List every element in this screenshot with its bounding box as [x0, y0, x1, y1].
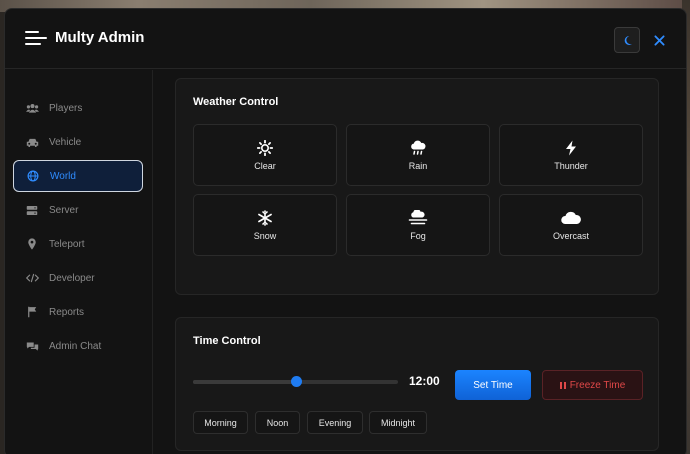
close-button[interactable]	[646, 27, 672, 53]
weather-overcast-button[interactable]: Overcast	[499, 194, 643, 256]
cloud-rain-icon	[411, 140, 426, 155]
sidebar-item-vehicle[interactable]: Vehicle	[13, 126, 143, 158]
theme-toggle-button[interactable]	[614, 27, 640, 53]
weather-label: Thunder	[554, 160, 588, 171]
time-readout: 12:00	[409, 374, 440, 388]
code-icon	[25, 271, 39, 285]
weather-control-section: Weather Control Clear Rain Thunder Snow …	[175, 78, 659, 295]
preset-evening-button[interactable]: Evening	[307, 411, 363, 434]
weather-section-title: Weather Control	[193, 96, 279, 108]
time-section-title: Time Control	[193, 335, 261, 347]
users-icon	[25, 101, 39, 115]
weather-thunder-button[interactable]: Thunder	[499, 124, 643, 186]
sidebar-item-label: Developer	[49, 272, 95, 284]
time-slider-fill	[193, 380, 296, 384]
weather-rain-button[interactable]: Rain	[346, 124, 490, 186]
cloud-icon	[561, 211, 581, 224]
sidebar-item-world[interactable]: World	[13, 160, 143, 192]
preset-morning-button[interactable]: Morning	[193, 411, 248, 434]
snowflake-icon	[258, 209, 272, 226]
sun-icon	[257, 139, 273, 156]
sidebar-item-players[interactable]: Players	[13, 92, 143, 124]
freeze-time-button[interactable]: Freeze Time	[542, 370, 643, 400]
sidebar: Players Vehicle World Server Teleport De…	[5, 70, 153, 454]
app-title: Multy Admin	[55, 29, 145, 46]
weather-label: Rain	[408, 160, 428, 171]
weather-label: Snow	[253, 230, 277, 241]
admin-panel: Multy Admin Players Vehicle World Server…	[4, 8, 687, 454]
sidebar-item-label: Teleport	[49, 238, 85, 250]
weather-clear-button[interactable]: Clear	[193, 124, 337, 186]
weather-label: Fog	[410, 230, 426, 241]
sidebar-item-label: World	[50, 170, 76, 182]
flag-icon	[25, 305, 39, 319]
bolt-icon	[566, 140, 576, 155]
sidebar-item-server[interactable]: Server	[13, 194, 143, 226]
close-icon	[653, 34, 665, 46]
time-control-section: Time Control 12:00 Set Time Freeze Time …	[175, 317, 659, 451]
sidebar-item-label: Admin Chat	[49, 340, 102, 352]
set-time-button[interactable]: Set Time	[455, 370, 531, 400]
sidebar-item-label: Server	[49, 204, 79, 216]
sidebar-item-admin-chat[interactable]: Admin Chat	[13, 330, 143, 362]
server-icon	[25, 203, 39, 217]
globe-icon	[26, 169, 40, 183]
sidebar-item-developer[interactable]: Developer	[13, 262, 143, 294]
chat-icon	[25, 339, 39, 353]
sidebar-item-teleport[interactable]: Teleport	[13, 228, 143, 260]
time-slider[interactable]	[193, 376, 398, 387]
sidebar-item-label: Vehicle	[49, 136, 82, 148]
panel-header: Multy Admin	[5, 9, 686, 69]
moon-icon	[624, 35, 632, 45]
preset-midnight-button[interactable]: Midnight	[369, 411, 427, 434]
map-pin-icon	[25, 237, 39, 251]
sidebar-item-reports[interactable]: Reports	[13, 296, 143, 328]
fog-icon	[408, 209, 428, 224]
menu-lines-icon	[25, 31, 47, 45]
weather-label: Clear	[254, 160, 276, 171]
weather-label: Overcast	[552, 230, 589, 241]
car-icon	[25, 135, 39, 149]
sidebar-item-label: Reports	[49, 306, 85, 318]
sidebar-item-label: Players	[49, 102, 83, 114]
weather-fog-button[interactable]: Fog	[346, 194, 490, 256]
pause-icon	[559, 381, 566, 389]
preset-noon-button[interactable]: Noon	[255, 411, 300, 434]
weather-snow-button[interactable]: Snow	[193, 194, 337, 256]
freeze-time-label: Freeze Time	[569, 379, 626, 391]
time-slider-handle[interactable]	[290, 376, 302, 387]
